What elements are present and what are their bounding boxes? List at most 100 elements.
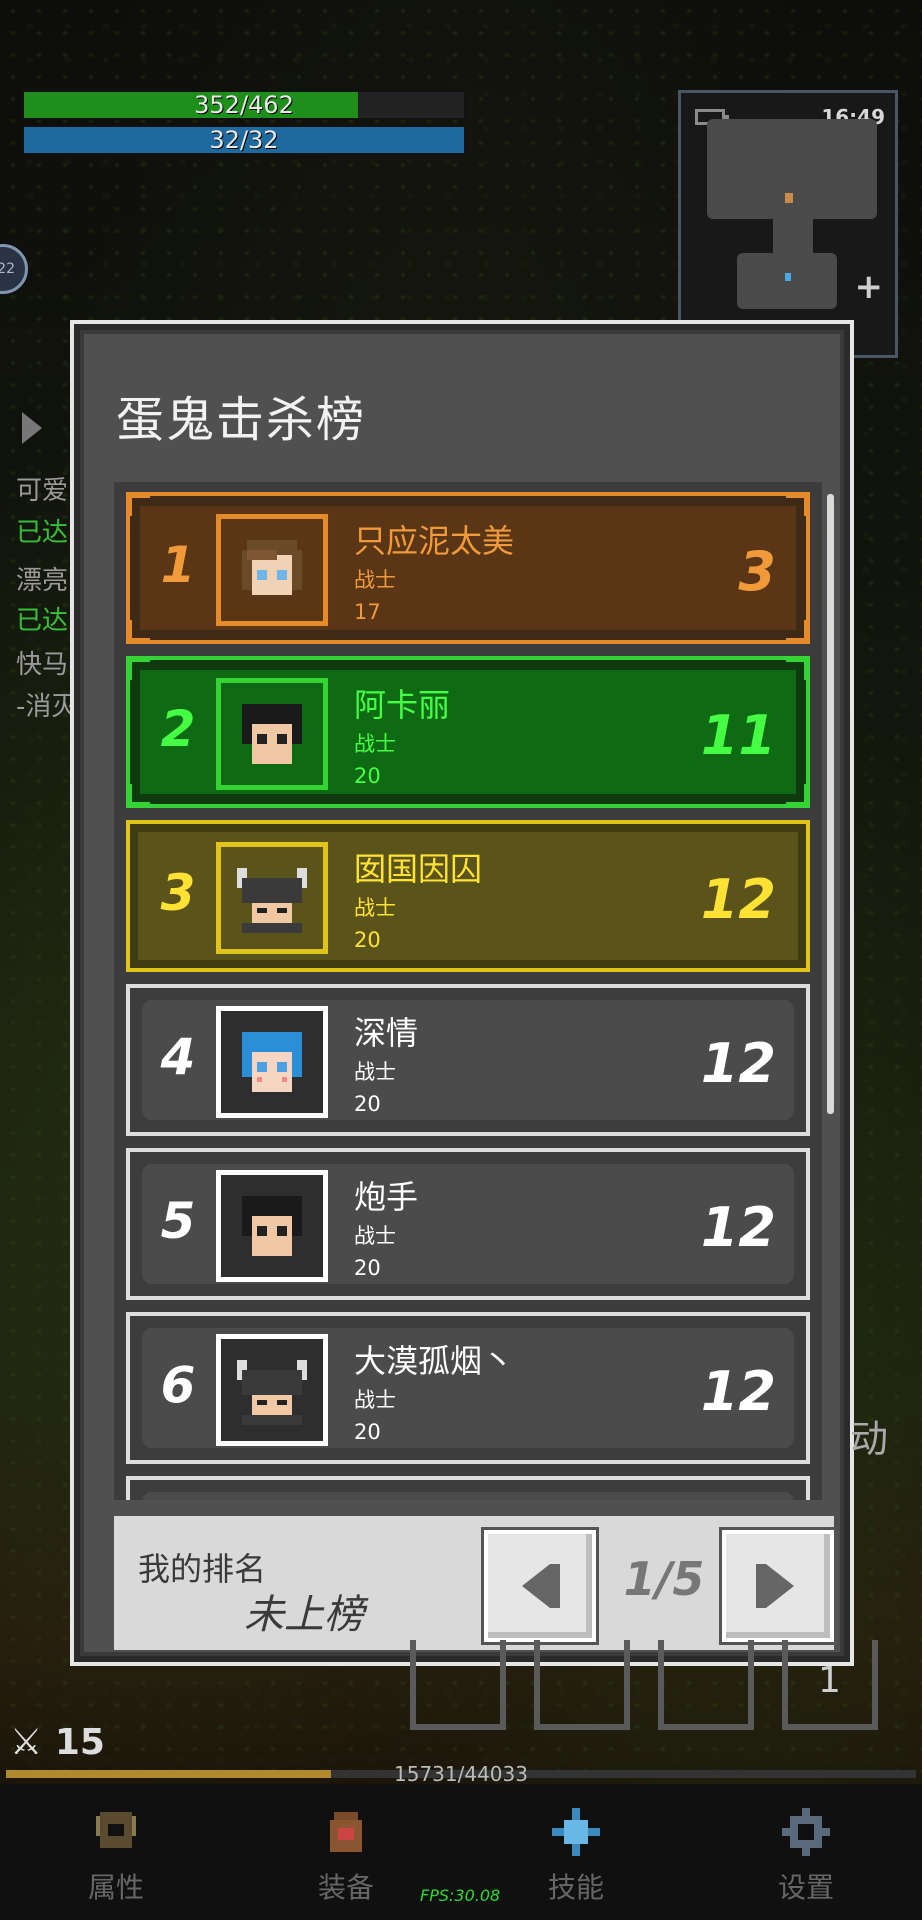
chat-line: 已达 xyxy=(16,518,69,548)
kill-count: 12 xyxy=(700,1360,776,1423)
player-name: 深情 xyxy=(354,1014,419,1052)
arrow-right-icon xyxy=(756,1564,794,1608)
ornament-corner xyxy=(128,658,150,680)
nav-label: 设置 xyxy=(777,1871,834,1904)
rank-number: 5 xyxy=(160,1192,196,1250)
arrow-left-icon xyxy=(522,1564,560,1608)
player-class: 战士 xyxy=(354,568,396,592)
leaderboard-row-7[interactable] xyxy=(126,1476,810,1500)
crystal-icon xyxy=(552,1808,600,1856)
nav-settings[interactable]: 设置 xyxy=(736,1804,876,1906)
hp-bar: 352/462 xyxy=(22,90,466,120)
portal-marker-icon xyxy=(785,273,791,281)
gear-icon xyxy=(782,1808,830,1856)
hero-brown-hair-icon xyxy=(242,540,302,595)
chat-line: 可爱 xyxy=(16,476,69,506)
next-page-button[interactable] xyxy=(722,1530,834,1642)
minimap-room xyxy=(737,253,837,309)
ornament-corner xyxy=(786,494,808,516)
skill-slot[interactable] xyxy=(658,1640,754,1730)
my-rank-value: 未上榜 xyxy=(244,1592,364,1638)
hero-horned-helmet-icon xyxy=(237,868,307,933)
dialog-title: 蛋鬼击杀榜 xyxy=(116,392,367,448)
skill-slot[interactable] xyxy=(534,1640,630,1730)
xp-text: 15731/44033 xyxy=(394,1762,528,1786)
avatar xyxy=(216,1170,328,1282)
kill-count: 12 xyxy=(700,868,776,931)
player-class: 战士 xyxy=(354,732,396,756)
fps-counter: FPS:30.08 xyxy=(420,1886,501,1905)
avatar xyxy=(216,678,328,790)
player-level: 20 xyxy=(354,928,381,952)
mp-bar: 32/32 xyxy=(22,125,466,155)
chat-line: 漂亮 xyxy=(16,566,69,596)
player-class: 战士 xyxy=(354,896,396,920)
nav-label: 技能 xyxy=(547,1871,604,1904)
player-level: 17 xyxy=(354,600,381,624)
hero-black-hair-icon xyxy=(242,1196,302,1256)
ornament-corner xyxy=(786,658,808,680)
leaderboard-row-1[interactable]: 1 只应泥太美 战士 17 3 xyxy=(126,492,810,644)
chat-line: 快马 xyxy=(16,650,69,680)
player-class: 战士 xyxy=(354,1388,396,1412)
nav-equipment[interactable]: 装备 xyxy=(276,1804,416,1906)
player-level: 20 xyxy=(354,1092,381,1116)
previous-page-button[interactable] xyxy=(484,1530,596,1642)
minimap[interactable]: 16:49 + xyxy=(678,90,898,358)
leaderboard-row-4[interactable]: 4 深情 战士 20 12 xyxy=(126,984,810,1136)
attack-value: 15 xyxy=(54,1722,105,1763)
ornament-corner xyxy=(786,784,808,806)
row-panel xyxy=(142,1492,794,1500)
sword-icon: ⚔ xyxy=(10,1722,43,1763)
ornament-corner xyxy=(786,620,808,642)
leaderboard-row-5[interactable]: 5 炮手 战士 20 12 xyxy=(126,1148,810,1300)
kill-count: 12 xyxy=(700,1196,776,1259)
player-class: 战士 xyxy=(354,1060,396,1084)
nav-label: 装备 xyxy=(317,1871,374,1904)
hp-text: 352/462 xyxy=(194,91,294,119)
ornament-corner xyxy=(128,620,150,642)
ornament-corner xyxy=(128,494,150,516)
player-level: 20 xyxy=(354,764,381,788)
rank-number: 3 xyxy=(160,864,196,922)
leaderboard-row-2[interactable]: 2 阿卡丽 战士 20 11 xyxy=(126,656,810,808)
auto-button-fragment[interactable]: 动 xyxy=(850,1408,888,1463)
bag-icon xyxy=(330,1812,362,1852)
rank-number: 6 xyxy=(160,1356,196,1414)
zoom-plus-icon[interactable]: + xyxy=(855,267,884,307)
leaderboard-row-6[interactable]: 6 大漠孤烟丶 战士 20 12 xyxy=(126,1312,810,1464)
rank-footer: 我的排名 未上榜 1/5 xyxy=(114,1516,834,1650)
leaderboard-row-3[interactable]: 3 囡国因囚 战士 20 12 xyxy=(126,820,810,972)
kill-count: 12 xyxy=(700,1032,776,1095)
page-indicator: 1/5 xyxy=(623,1552,705,1606)
player-class: 战士 xyxy=(354,1224,396,1248)
player-name: 阿卡丽 xyxy=(354,686,451,724)
player-level: 20 xyxy=(354,1420,381,1444)
player-name: 炮手 xyxy=(354,1178,419,1216)
avatar xyxy=(216,842,328,954)
player-name: 只应泥太美 xyxy=(354,522,515,560)
dialog-body: 蛋鬼击杀榜 1 只应泥太美 战士 17 3 2 阿卡丽 战士 20 11 3 囡… xyxy=(84,334,840,1652)
mp-text: 32/32 xyxy=(209,126,279,154)
rank-number: 2 xyxy=(160,700,196,758)
expand-arrow-icon[interactable] xyxy=(22,412,42,444)
nav-label: 属性 xyxy=(87,1871,144,1904)
hero-blue-hair-icon xyxy=(242,1032,302,1092)
kill-count: 11 xyxy=(700,704,776,767)
player-level: 20 xyxy=(354,1256,381,1280)
avatar xyxy=(216,514,328,626)
chat-line: 已达 xyxy=(16,606,69,636)
skill-slot[interactable] xyxy=(410,1640,506,1730)
leaderboard-list[interactable]: 1 只应泥太美 战士 17 3 2 阿卡丽 战士 20 11 3 囡国因囚 战士… xyxy=(114,482,822,1500)
nav-skills[interactable]: 技能 xyxy=(506,1804,646,1906)
player-name: 囡国因囚 xyxy=(354,850,483,888)
player-name: 大漠孤烟丶 xyxy=(354,1342,515,1380)
hero-black-hair-icon xyxy=(242,704,302,764)
nav-attributes[interactable]: 属性 xyxy=(46,1804,186,1906)
leaderboard-dialog: 蛋鬼击杀榜 1 只应泥太美 战士 17 3 2 阿卡丽 战士 20 11 3 囡… xyxy=(70,320,854,1666)
ornament-corner xyxy=(128,784,150,806)
rank-number: 1 xyxy=(160,536,196,594)
helmet-icon xyxy=(96,1812,136,1848)
list-scrollbar[interactable] xyxy=(827,494,834,1114)
attack-stat: ⚔ 15 xyxy=(10,1722,105,1763)
